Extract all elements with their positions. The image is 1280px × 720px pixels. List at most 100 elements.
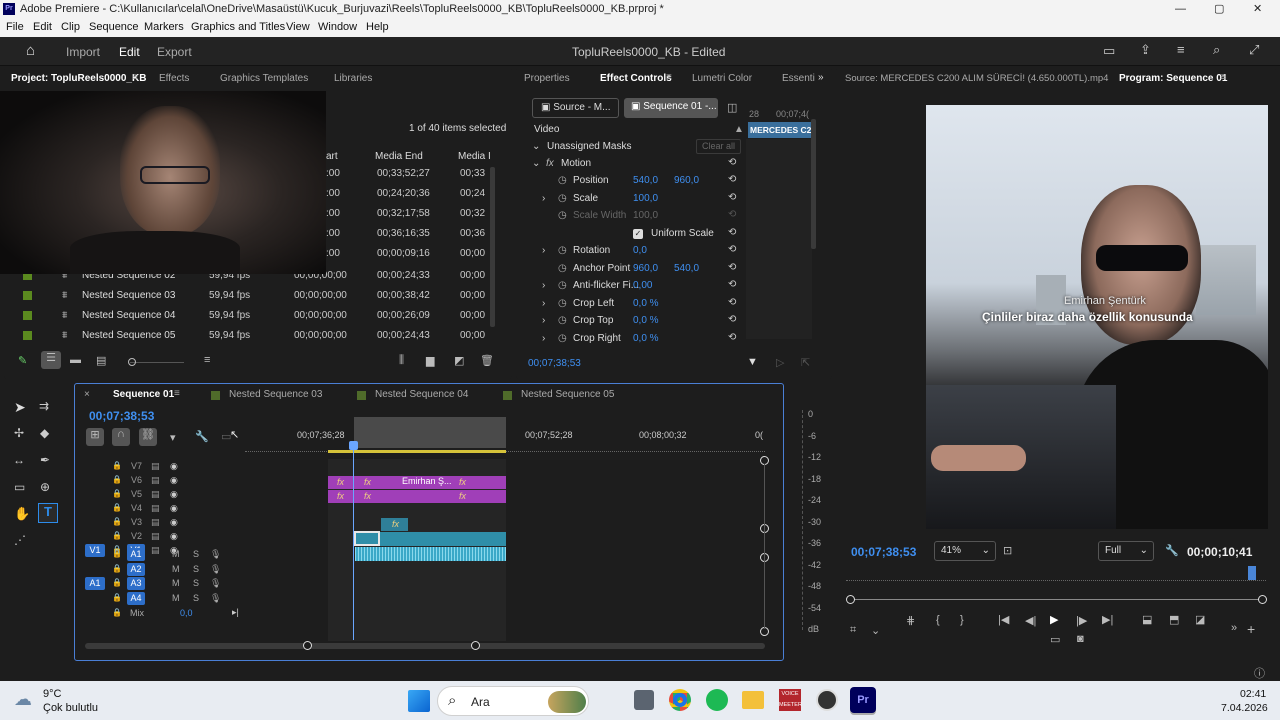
hscroll-knob-left[interactable] [303, 641, 312, 650]
linked-selection-icon[interactable]: ⛓ [139, 428, 157, 446]
clear-all-button[interactable]: Clear all [696, 139, 741, 154]
lift-icon[interactable]: ⬓ [1142, 613, 1152, 626]
more-tabs-icon[interactable]: » [818, 72, 824, 83]
uniform-scale-checkbox[interactable]: ✓ [633, 228, 643, 239]
stopwatch-icon[interactable]: ◷ [558, 263, 567, 274]
automate-icon[interactable]: ⫼ [399, 354, 404, 367]
premiere-taskbar-icon[interactable]: Pr [850, 687, 876, 713]
step-forward-icon[interactable]: |▶ [1076, 614, 1087, 627]
mute-button[interactable]: M [172, 549, 180, 559]
import-tab[interactable]: Import [66, 45, 100, 59]
stopwatch-icon[interactable]: ◷ [558, 298, 567, 309]
program-timecode[interactable]: 00;07;38;53 [851, 545, 916, 559]
track-label[interactable]: V7 [131, 461, 142, 471]
param-value-1[interactable]: 0,0 % [633, 298, 659, 309]
edit-tab[interactable]: Edit [119, 45, 140, 59]
reset-param-icon[interactable]: ⟲ [728, 297, 736, 308]
reset-icon[interactable]: ⟲ [728, 157, 736, 168]
param-expand-icon[interactable]: › [542, 193, 545, 204]
tab-nested-04[interactable]: Nested Sequence 04 [375, 389, 468, 400]
step-back-icon[interactable]: ◀| [1025, 614, 1036, 627]
eye-icon[interactable]: ◉ [170, 475, 178, 486]
source-label[interactable]: Source: MERCEDES C200 ALIM SÜRECİ! (4.65… [845, 73, 1108, 84]
safe-margins-icon[interactable]: ⊡ [1003, 544, 1012, 557]
col-start[interactable]: art [326, 151, 338, 162]
zoom-slider-knob[interactable] [128, 358, 136, 366]
project-item-name[interactable]: Nested Sequence 03 [82, 290, 175, 301]
play-icon[interactable]: ▶ [1050, 613, 1058, 626]
track-label[interactable]: V4 [131, 503, 142, 513]
audio-track-target[interactable]: A4 [127, 591, 145, 605]
mute-button[interactable]: M [172, 593, 180, 603]
slip-tool-icon[interactable]: ↔ [13, 453, 25, 467]
tab-libraries[interactable]: Libraries [334, 73, 372, 84]
tab-sequence-01[interactable]: Sequence 01 [113, 389, 174, 400]
export-frame-icon[interactable]: ⇱ [801, 356, 810, 369]
pen-tool-icon[interactable]: ✒ [40, 453, 50, 467]
reset-param-icon[interactable]: ⟲ [728, 332, 736, 343]
workspaces-icon[interactable]: ≡ [1177, 42, 1185, 57]
source-button[interactable]: ▣ Source - M... [532, 98, 619, 118]
close-icon[interactable]: ✕ [1253, 0, 1262, 18]
eye-icon[interactable]: ◉ [170, 503, 178, 514]
mic-icon[interactable]: 🎙 [210, 564, 221, 575]
audio-track-target[interactable]: A2 [127, 562, 145, 576]
ec-scrollbar[interactable] [811, 119, 816, 249]
start-button-icon[interactable] [408, 690, 430, 712]
sync-lock-icon[interactable]: ▤ [151, 489, 160, 500]
go-to-in-icon[interactable]: |◀ [998, 613, 1009, 626]
file-explorer-icon[interactable] [742, 691, 764, 709]
reset-param-icon[interactable]: ⟲ [728, 279, 736, 290]
stopwatch-icon[interactable]: ◷ [558, 210, 567, 221]
menu-clip[interactable]: Clip [61, 21, 80, 33]
menu-window[interactable]: Window [318, 21, 357, 33]
clip-a1-audio[interactable] [355, 547, 506, 561]
obs-icon[interactable] [816, 689, 838, 711]
zoom-slider[interactable] [130, 362, 184, 363]
taskbar-search[interactable]: ⌕ Ara [437, 686, 589, 716]
vertical-scroll-line[interactable] [764, 464, 765, 629]
clock-time[interactable]: 02:41 [1240, 688, 1266, 700]
stopwatch-icon[interactable]: ◷ [558, 245, 567, 256]
stopwatch-icon[interactable]: ◷ [558, 280, 567, 291]
track-lock-icon[interactable]: 🔒 [112, 503, 122, 512]
program-zoom-bar[interactable] [850, 599, 1264, 600]
selection-tool-icon[interactable]: ➤ [14, 399, 26, 416]
reset-param-icon[interactable]: ⟲ [728, 192, 736, 203]
stopwatch-icon[interactable]: ◷ [558, 315, 567, 326]
menu-help[interactable]: Help [366, 21, 389, 33]
project-scrollbar[interactable] [490, 167, 495, 327]
mic-icon[interactable]: 🎙 [210, 593, 221, 604]
solo-button[interactable]: S [193, 578, 199, 588]
param-value-1[interactable]: 0,0 % [633, 315, 659, 326]
close-sequence-icon[interactable]: × [84, 389, 90, 400]
track-lock-icon[interactable]: 🔒 [112, 564, 122, 573]
eye-icon[interactable]: ◉ [170, 461, 178, 472]
tab-nested-05[interactable]: Nested Sequence 05 [521, 389, 614, 400]
track-lock-icon[interactable]: 🔒 [112, 517, 122, 526]
zoom-bar-handle-right[interactable] [1258, 595, 1267, 604]
project-item-name[interactable]: Nested Sequence 05 [82, 330, 175, 341]
menu-markers[interactable]: Markers [144, 21, 184, 33]
sync-lock-icon[interactable]: ▤ [151, 517, 160, 528]
weather-temp[interactable]: 9°C [43, 688, 61, 700]
mix-go-to-icon[interactable]: ▸| [232, 607, 239, 618]
mic-icon[interactable]: 🎙 [210, 578, 221, 589]
fx-badge-icon[interactable]: fx [546, 158, 554, 169]
mini-timeline-area[interactable] [746, 139, 812, 339]
motion-toggle-icon[interactable]: ⌄ [532, 158, 540, 169]
unassigned-toggle-icon[interactable]: ⌄ [532, 141, 540, 152]
maximize-icon[interactable]: ▢ [1214, 0, 1224, 18]
tab-graphics-templates[interactable]: Graphics Templates [220, 73, 308, 84]
mix-value[interactable]: 0,0 [180, 608, 193, 618]
reset-param-icon[interactable]: ⟲ [728, 314, 736, 325]
source-patch-a1[interactable]: A1 [85, 577, 105, 590]
trash-icon[interactable]: 🗑 [480, 354, 494, 367]
weather-icon[interactable]: ☁ [14, 689, 32, 710]
zoom-select[interactable]: 41% ⌄ [934, 541, 996, 561]
sequence-button[interactable]: ▣ Sequence 01 -... [624, 98, 718, 118]
clip-v4-purple[interactable] [328, 490, 506, 503]
mini-clip-bar[interactable]: MERCEDES C2 [748, 122, 812, 138]
vr-video-icon[interactable]: ▭ [1050, 633, 1060, 646]
solo-button[interactable]: S [193, 564, 199, 574]
